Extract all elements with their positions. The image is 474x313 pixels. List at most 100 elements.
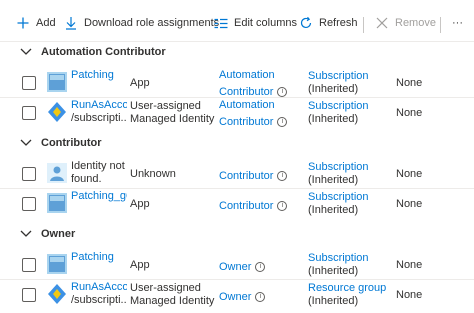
condition: None (396, 259, 423, 271)
principal-name-link[interactable]: Patching (71, 69, 127, 82)
table-row[interactable]: RunAsAccou /subscripti... User-assigned … (0, 280, 474, 310)
columns-icon (214, 16, 228, 30)
automation-account-icon (47, 72, 67, 92)
role-link[interactable]: Contributor i (219, 170, 288, 183)
scope-cell: Resource group (Inherited) (308, 282, 386, 308)
principal-name-link[interactable]: RunAsAccou /subscripti... (71, 99, 127, 125)
scope-link[interactable]: Subscription (308, 161, 369, 174)
info-icon[interactable]: i (277, 117, 288, 128)
type-line: Managed Identity (130, 295, 215, 307)
scope-inherited: (Inherited) (308, 204, 359, 216)
toolbar-divider (363, 17, 364, 33)
type-line: Managed Identity (130, 113, 215, 125)
condition: None (396, 289, 423, 301)
info-icon[interactable]: i (277, 201, 288, 212)
scope-inherited: (Inherited) (308, 174, 359, 186)
principal-type: App (130, 259, 150, 271)
chevron-down-icon (20, 48, 32, 55)
group-title: Contributor (41, 137, 102, 149)
row-checkbox[interactable] (22, 167, 36, 181)
condition: None (396, 198, 423, 210)
download-role-assignments-button[interactable]: Download role assignments (64, 13, 219, 33)
condition: None (396, 77, 423, 89)
remove-button[interactable]: Remove (375, 13, 436, 33)
group-title: Owner (41, 228, 76, 240)
role-link[interactable]: Contributor i (219, 200, 288, 213)
name-line: found. (71, 173, 102, 185)
role-text: Automation (219, 99, 275, 111)
refresh-button[interactable]: Refresh (299, 13, 358, 33)
scope-inherited: (Inherited) (308, 295, 359, 307)
refresh-label: Refresh (319, 17, 358, 29)
role-link[interactable]: Owner i (219, 261, 266, 274)
role-link[interactable]: Owner i (219, 291, 266, 304)
table-row[interactable]: Patching App Owner i Subscription (Inheri… (0, 250, 474, 280)
table-row[interactable]: Patching App Automation Contributor i Sub… (0, 68, 474, 98)
scope-inherited: (Inherited) (308, 265, 359, 277)
row-checkbox[interactable] (22, 258, 36, 272)
more-options-button[interactable]: ··· (452, 13, 463, 33)
automation-account-icon (47, 254, 67, 274)
scope-cell: Subscription (Inherited) (308, 252, 369, 278)
principal-name: RunAsAccou (71, 281, 127, 293)
edit-columns-label: Edit columns (234, 17, 297, 29)
role-link[interactable]: Automation Contributor i (219, 99, 288, 129)
row-checkbox[interactable] (22, 197, 36, 211)
toolbar-divider (440, 17, 441, 33)
principal-name-link[interactable]: Patching (71, 251, 127, 264)
role-link[interactable]: Automation Contributor i (219, 69, 288, 99)
scope-link[interactable]: Subscription (308, 252, 369, 265)
info-icon[interactable]: i (277, 171, 288, 182)
principal-type: Unknown (130, 168, 176, 180)
principal-object-id: /subscripti... (71, 112, 127, 124)
row-checkbox[interactable] (22, 106, 36, 120)
principal-object-id: /subscripti... (71, 294, 127, 306)
plus-icon (16, 16, 30, 30)
principal-type: User-assigned Managed Identity (130, 100, 214, 126)
command-bar: Add Download role assignments Edit colum… (0, 0, 474, 42)
scope-cell: Subscription (Inherited) (308, 191, 369, 217)
managed-identity-icon (48, 284, 66, 304)
unknown-user-icon (47, 163, 67, 183)
condition: None (396, 107, 423, 119)
scope-link[interactable]: Subscription (308, 70, 369, 83)
group-header-automation-contributor[interactable]: Automation Contributor (0, 40, 474, 64)
scope-cell: Subscription (Inherited) (308, 70, 369, 96)
table-row[interactable]: Patching_g6 App Contributor i Subscriptio… (0, 189, 474, 219)
info-icon[interactable]: i (277, 87, 288, 98)
info-icon[interactable]: i (255, 292, 266, 303)
principal-name: RunAsAccou (71, 99, 127, 111)
group-header-owner[interactable]: Owner (0, 222, 474, 246)
edit-columns-button[interactable]: Edit columns (214, 13, 297, 33)
more-icon: ··· (452, 17, 463, 29)
refresh-icon (299, 16, 313, 30)
row-checkbox[interactable] (22, 288, 36, 302)
principal-name-link[interactable]: RunAsAccou /subscripti... (71, 281, 127, 307)
scope-inherited: (Inherited) (308, 83, 359, 95)
scope-inherited: (Inherited) (308, 113, 359, 125)
group-header-contributor[interactable]: Contributor (0, 131, 474, 155)
type-line: User-assigned (130, 100, 201, 112)
role-text: Automation (219, 69, 275, 81)
table-row[interactable]: Identity not found. Unknown Contributor i… (0, 159, 474, 189)
scope-cell: Subscription (Inherited) (308, 100, 369, 126)
scope-link[interactable]: Resource group (308, 282, 386, 295)
chevron-down-icon (20, 139, 32, 146)
add-button[interactable]: Add (16, 13, 56, 33)
condition: None (396, 168, 423, 180)
principal-type: App (130, 198, 150, 210)
name-line: Identity not (71, 160, 125, 172)
download-icon (64, 16, 78, 30)
role-text: Contributor (219, 200, 274, 212)
info-icon[interactable]: i (255, 262, 266, 273)
row-checkbox[interactable] (22, 76, 36, 90)
scope-link[interactable]: Subscription (308, 191, 369, 204)
table-row[interactable]: RunAsAccou /subscripti... User-assigned … (0, 98, 474, 128)
principal-name-link[interactable]: Patching_g6 (71, 190, 127, 203)
type-line: User-assigned (130, 282, 201, 294)
role-text: Contributor (219, 170, 274, 182)
principal-type: User-assigned Managed Identity (130, 282, 214, 308)
scope-link[interactable]: Subscription (308, 100, 369, 113)
principal-name: Identity not found. (71, 160, 127, 186)
managed-identity-icon (48, 102, 66, 122)
